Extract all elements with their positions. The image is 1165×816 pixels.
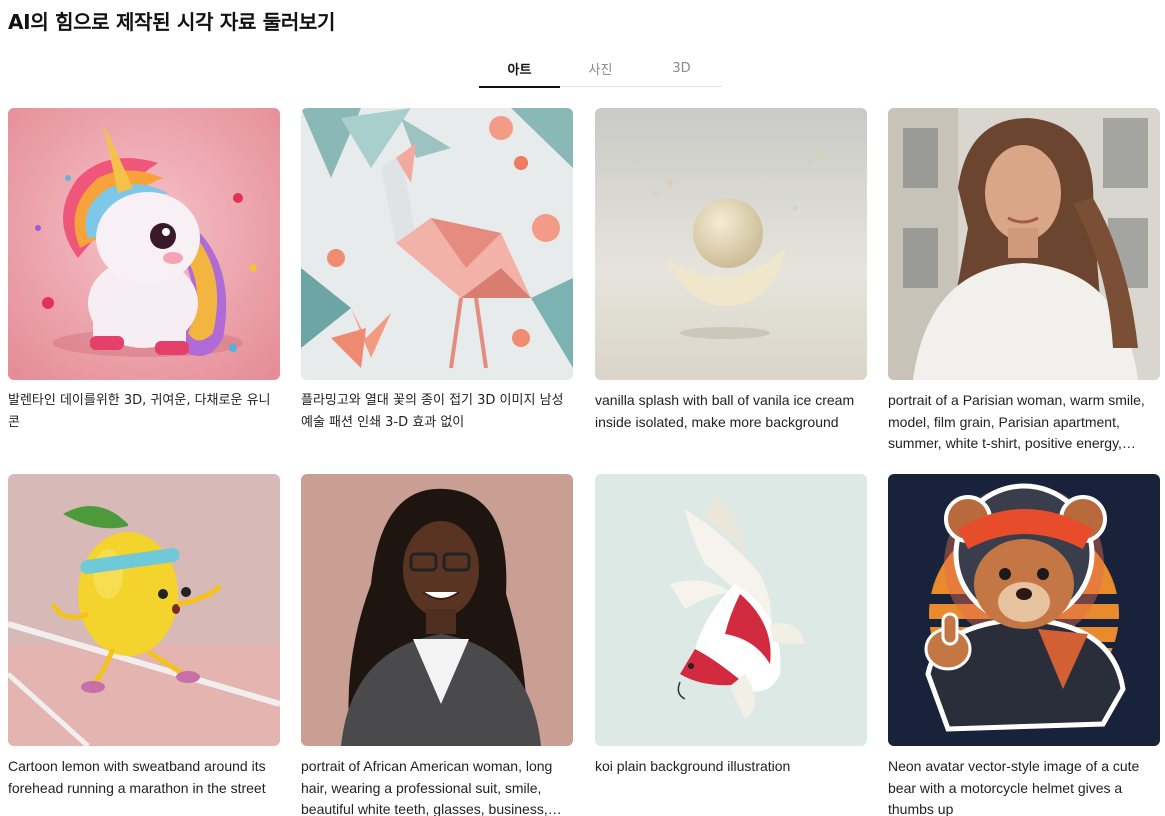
origami-flamingo-image[interactable] — [301, 108, 573, 380]
image-caption: 플라밍고와 열대 꽃의 종이 접기 3D 이미지 남성 예술 패션 인쇄 3-D… — [301, 393, 564, 430]
image-caption: portrait of a Parisian woman, warm smile… — [888, 392, 1145, 451]
unicorn-image[interactable] — [8, 108, 280, 380]
image-caption: vanilla splash with ball of vanila ice c… — [595, 392, 855, 430]
neon-bear-image[interactable] — [888, 474, 1160, 746]
gallery-card[interactable]: koi plain background illustration — [595, 474, 867, 778]
tab-3d[interactable]: 3D — [641, 50, 722, 87]
gallery-card[interactable]: vanilla splash with ball of vanila ice c… — [595, 108, 867, 433]
tab-art[interactable]: 아트 — [479, 50, 560, 88]
parisian-woman-image[interactable] — [888, 108, 1160, 380]
image-caption: portrait of African American woman, long… — [301, 758, 562, 816]
category-tabs: 아트 사진 3D — [479, 50, 722, 88]
image-caption: Neon avatar vector-style image of a cute… — [888, 758, 1140, 816]
business-woman-image[interactable] — [301, 474, 573, 746]
image-caption: koi plain background illustration — [595, 758, 791, 774]
gallery-card[interactable]: Neon avatar vector-style image of a cute… — [888, 474, 1160, 816]
page-title: AI의 힘으로 제작된 시각 자료 둘러보기 — [8, 10, 336, 34]
gallery-page: AI의 힘으로 제작된 시각 자료 둘러보기 아트 사진 3D 발렌타인 데이를… — [0, 0, 1165, 816]
ice-cream-image[interactable] — [595, 108, 867, 380]
image-caption: Cartoon lemon with sweatband around its … — [8, 758, 266, 796]
gallery-card[interactable]: 발렌타인 데이를위한 3D, 귀여운, 다채로운 유니콘 — [8, 108, 280, 433]
gallery-card[interactable]: 플라밍고와 열대 꽃의 종이 접기 3D 이미지 남성 예술 패션 인쇄 3-D… — [301, 108, 573, 433]
image-caption: 발렌타인 데이를위한 3D, 귀여운, 다채로운 유니콘 — [8, 393, 271, 430]
gallery-card[interactable]: Cartoon lemon with sweatband around its … — [8, 474, 280, 799]
gallery-card[interactable]: portrait of African American woman, long… — [301, 474, 573, 816]
gallery-card[interactable]: portrait of a Parisian woman, warm smile… — [888, 108, 1160, 455]
tab-photo[interactable]: 사진 — [560, 50, 641, 87]
koi-fish-image[interactable] — [595, 474, 867, 746]
lemon-runner-image[interactable] — [8, 474, 280, 746]
